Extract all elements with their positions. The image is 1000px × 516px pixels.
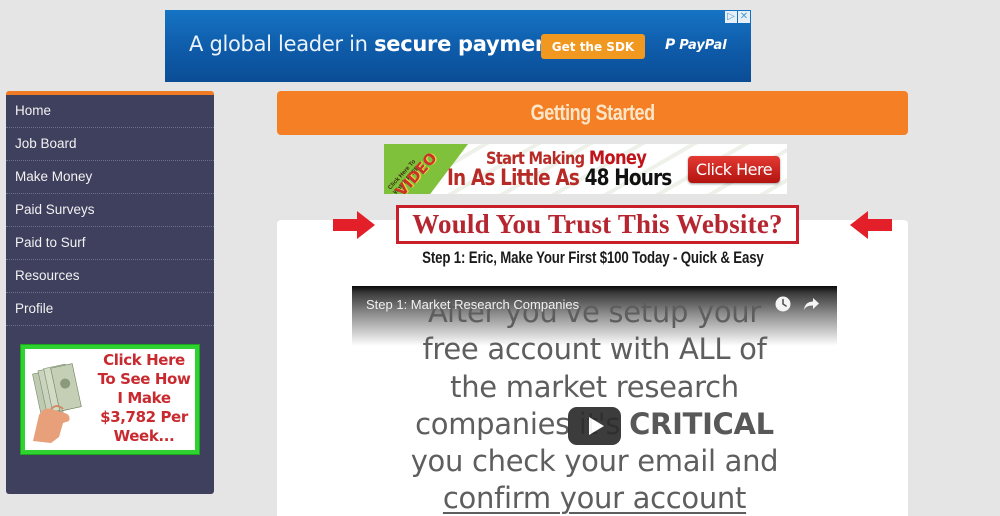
cash-in-hand-icon <box>32 363 82 443</box>
ad-line: Week... <box>113 427 175 445</box>
page-title: Getting Started <box>530 100 655 125</box>
video-slide-text: After you've setup your free account wit… <box>352 294 837 516</box>
step-heading: Step 1: Eric, Make Your First $100 Today… <box>277 248 908 268</box>
video-banner-ad[interactable]: Click Here To Watch FREE VIDEO Start Mak… <box>384 144 787 194</box>
adchoices-icon[interactable]: ▷ <box>725 11 737 23</box>
ad-line-2: In As Little As 48 Hours <box>447 166 673 191</box>
click-here-button[interactable]: Click Here <box>688 156 780 183</box>
ad-line-2-text: In As Little As <box>447 166 585 191</box>
sidebar-nav: Home Job Board Make Money Paid Surveys P… <box>6 91 214 494</box>
slide-line: the market research <box>450 369 739 404</box>
get-sdk-button[interactable]: Get the SDK <box>541 34 645 59</box>
share-icon[interactable] <box>803 296 820 312</box>
sidebar-ad-banner[interactable]: Click Here To See How I Make $3,782 Per … <box>21 345 199 454</box>
sidebar-item-job-board[interactable]: Job Board <box>6 128 214 161</box>
sidebar-item-paid-to-surf[interactable]: Paid to Surf <box>6 227 214 260</box>
sidebar-item-profile[interactable]: Profile <box>6 293 214 326</box>
video-title-link[interactable]: Step 1: Market Research Companies <box>366 297 579 312</box>
page-title-bar: Getting Started <box>277 91 908 135</box>
arrow-left-icon <box>850 211 892 239</box>
paypal-wordmark: PayPal <box>679 37 727 53</box>
ad-line: Click Here <box>103 351 185 369</box>
paypal-mark-icon: P <box>665 37 676 53</box>
arrow-right-icon <box>333 211 375 239</box>
slide-line-emphasis: CRITICAL <box>629 406 774 441</box>
ad-line: I Make <box>117 389 171 407</box>
sidebar-item-make-money[interactable]: Make Money <box>6 161 214 194</box>
ad-headline-regular: A global leader in <box>189 32 375 56</box>
ad-headline: A global leader in secure payments <box>189 32 572 56</box>
slide-line-underlined: confirm your account <box>442 481 747 516</box>
play-icon[interactable] <box>568 407 621 445</box>
sidebar-item-home[interactable]: Home <box>6 95 214 128</box>
ad-line: $3,782 Per <box>100 408 188 426</box>
step-heading-text: Step 1: Eric, Make Your First $100 Today… <box>421 248 764 267</box>
sidebar-ad-text: Click Here To See How I Make $3,782 Per … <box>91 351 197 446</box>
top-banner-ad[interactable]: A global leader in secure payments Get t… <box>165 10 751 82</box>
annotation-callout-text: Would You Trust This Website? <box>412 209 783 239</box>
sidebar-item-resources[interactable]: Resources <box>6 260 214 293</box>
ad-controls: ▷ ✕ <box>725 11 750 23</box>
ad-line: To See How <box>97 370 191 388</box>
slide-line: you check your email and <box>410 444 779 479</box>
slide-line: free account with ALL of <box>422 332 767 367</box>
sidebar-item-paid-surveys[interactable]: Paid Surveys <box>6 194 214 227</box>
ad-line-2-bold: 48 Hours <box>584 166 673 191</box>
clock-icon[interactable] <box>775 296 791 312</box>
paypal-logo: P PayPal <box>665 37 727 53</box>
annotation-callout: Would You Trust This Website? <box>396 205 799 244</box>
close-icon[interactable]: ✕ <box>738 11 750 23</box>
video-player[interactable]: Step 1: Market Research Companies After … <box>352 286 837 516</box>
